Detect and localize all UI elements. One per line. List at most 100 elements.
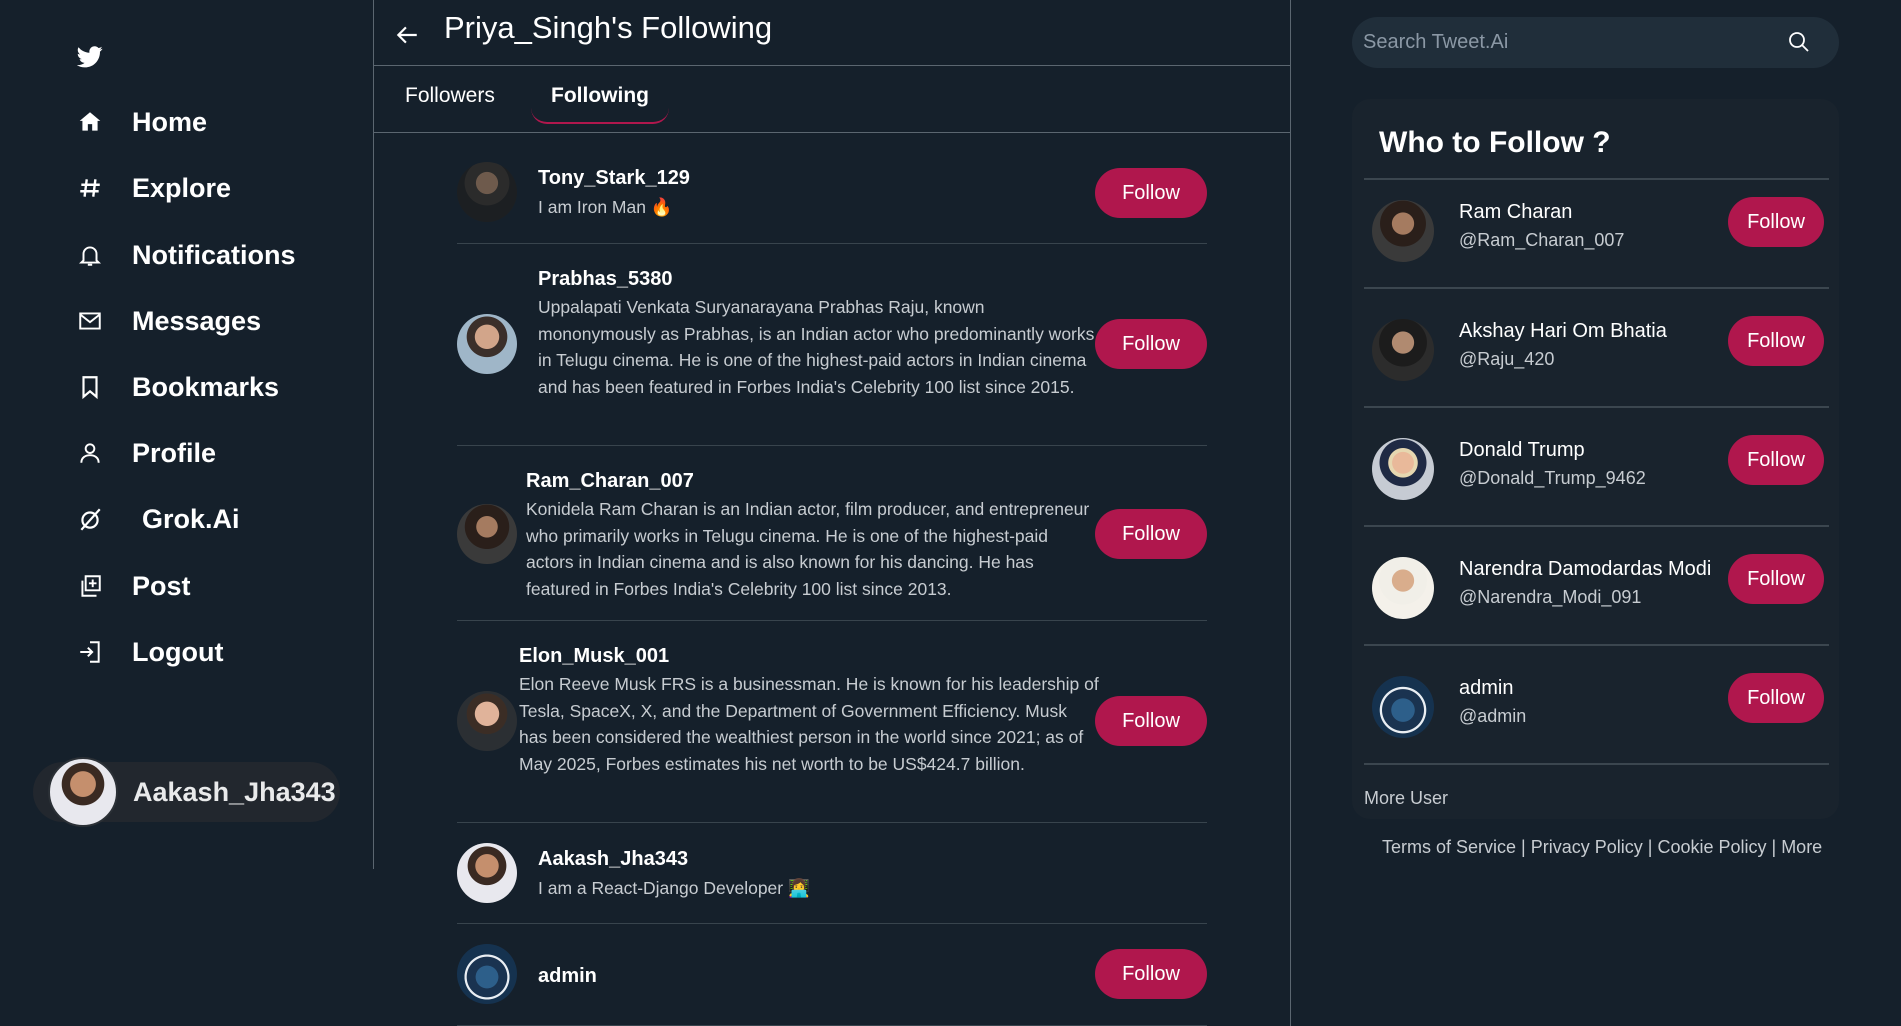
divider <box>1364 287 1829 289</box>
suggested-user-name[interactable]: Ram Charan <box>1459 201 1572 224</box>
grok-icon <box>74 503 106 535</box>
suggested-user[interactable]: Narendra Damodardas Modi @Narendra_Modi_… <box>1364 537 1829 656</box>
avatar <box>457 843 517 903</box>
user-name[interactable]: Elon_Musk_001 <box>519 645 669 668</box>
divider <box>1364 406 1829 408</box>
suggested-user-handle: @Donald_Trump_9462 <box>1459 468 1646 488</box>
left-sidebar: Home Explore Notifications Messages Book… <box>0 0 374 869</box>
follow-button[interactable]: Follow <box>1095 509 1207 559</box>
suggested-user[interactable]: Donald Trump @Donald_Trump_9462 Follow <box>1364 418 1829 537</box>
tab-following[interactable]: Following <box>531 84 669 124</box>
bookmark-icon <box>74 371 106 403</box>
avatar <box>1372 676 1434 738</box>
twitter-bird-icon[interactable] <box>77 46 103 68</box>
privacy-link[interactable]: Privacy Policy <box>1531 837 1643 857</box>
cookie-link[interactable]: Cookie Policy <box>1657 837 1766 857</box>
nav-label: Explore <box>132 172 232 203</box>
user-name[interactable]: Tony_Stark_129 <box>538 167 690 190</box>
nav-profile[interactable]: Profile <box>74 433 216 473</box>
nav-label: Logout <box>132 636 224 667</box>
avatar <box>1372 200 1434 262</box>
footer-links: Terms of Service | Privacy Policy | Cook… <box>1382 837 1822 858</box>
follow-button[interactable]: Follow <box>1095 696 1207 746</box>
nav-label: Home <box>132 106 208 137</box>
user-bio: I am a React-Django Developer 👩‍💻 <box>538 878 810 898</box>
suggested-user[interactable]: Ram Charan @Ram_Charan_007 Follow <box>1364 180 1829 299</box>
list-item[interactable]: Tony_Stark_129 I am Iron Man 🔥 Follow <box>457 134 1207 244</box>
main-column: Priya_Singh's Following Followers Follow… <box>374 0 1291 1026</box>
tab-bar: Followers Following <box>374 66 1290 133</box>
nav-label: Profile <box>132 437 217 468</box>
logout-icon <box>74 636 106 668</box>
user-name[interactable]: Prabhas_5380 <box>538 268 673 291</box>
nav-home[interactable]: Home <box>74 102 207 142</box>
search-bar[interactable] <box>1352 17 1839 68</box>
suggested-user-handle: @Ram_Charan_007 <box>1459 230 1625 250</box>
footer-separator: | <box>1766 837 1782 857</box>
nav-logout[interactable]: Logout <box>74 632 223 672</box>
nav-label: Post <box>132 570 191 601</box>
more-link[interactable]: More <box>1781 837 1822 857</box>
divider <box>1364 644 1829 646</box>
suggested-user[interactable]: Akshay Hari Om Bhatia @Raju_420 Follow <box>1364 299 1829 418</box>
nav-label: Messages <box>132 305 262 336</box>
user-icon <box>74 437 106 469</box>
search-icon[interactable] <box>1787 30 1811 54</box>
suggested-user-handle: @Raju_420 <box>1459 349 1555 369</box>
avatar <box>1372 319 1434 381</box>
user-name[interactable]: Ram_Charan_007 <box>526 470 694 493</box>
more-users-link[interactable]: More User <box>1364 788 1448 809</box>
page-header: Priya_Singh's Following <box>374 0 1290 66</box>
bell-icon <box>74 239 106 271</box>
footer-separator: | <box>1642 837 1658 857</box>
suggested-user[interactable]: admin @admin Follow <box>1364 656 1829 775</box>
follow-button[interactable]: Follow <box>1095 168 1207 218</box>
suggested-user-name[interactable]: Narendra Damodardas Modi <box>1459 558 1711 581</box>
follow-button[interactable]: Follow <box>1095 319 1207 369</box>
nav-messages[interactable]: Messages <box>74 301 261 341</box>
nav-notifications[interactable]: Notifications <box>74 235 296 275</box>
avatar <box>48 757 118 827</box>
list-item[interactable]: Aakash_Jha343 I am a React-Django Develo… <box>457 823 1207 924</box>
list-item[interactable]: Elon_Musk_001 Elon Reeve Musk FRS is a b… <box>457 621 1207 823</box>
nav-grok[interactable]: Grok.Ai <box>74 499 240 539</box>
user-name[interactable]: Aakash_Jha343 <box>538 848 688 871</box>
list-item[interactable]: Prabhas_5380 Uppalapati Venkata Suryanar… <box>457 244 1207 446</box>
user-name[interactable]: admin <box>538 965 597 988</box>
list-item[interactable]: admin Follow <box>457 924 1207 1026</box>
current-user-chip[interactable]: Aakash_Jha343 <box>33 757 340 827</box>
suggested-user-name[interactable]: Akshay Hari Om Bhatia <box>1459 320 1667 343</box>
home-icon <box>74 106 106 138</box>
avatar <box>457 162 517 222</box>
suggested-user-handle: @admin <box>1459 706 1527 726</box>
search-input[interactable] <box>1363 31 1783 54</box>
nav-label: Bookmarks <box>132 371 280 402</box>
footer-separator: | <box>1516 837 1531 857</box>
follow-button[interactable]: Follow <box>1728 673 1824 723</box>
follow-button[interactable]: Follow <box>1728 197 1824 247</box>
suggested-user-name[interactable]: Donald Trump <box>1459 439 1585 462</box>
follow-button[interactable]: Follow <box>1728 435 1824 485</box>
who-to-follow-card: Who to Follow ? Ram Charan @Ram_Charan_0… <box>1352 99 1839 819</box>
nav-bookmarks[interactable]: Bookmarks <box>74 367 279 407</box>
avatar <box>457 314 517 374</box>
follow-button[interactable]: Follow <box>1728 554 1824 604</box>
follow-button[interactable]: Follow <box>1728 316 1824 366</box>
divider <box>1364 763 1829 765</box>
user-bio: Uppalapati Venkata Suryanarayana Prabhas… <box>538 297 1095 397</box>
avatar <box>457 504 517 564</box>
post-icon <box>74 570 106 602</box>
user-bio: I am Iron Man 🔥 <box>538 197 673 217</box>
terms-link[interactable]: Terms of Service <box>1382 837 1516 857</box>
nav-explore[interactable]: Explore <box>74 168 231 208</box>
avatar <box>1372 557 1434 619</box>
back-arrow-icon[interactable] <box>394 22 420 48</box>
avatar <box>457 691 517 751</box>
tab-followers[interactable]: Followers <box>385 84 515 122</box>
right-sidebar: Who to Follow ? Ram Charan @Ram_Charan_0… <box>1291 0 1901 1026</box>
suggested-user-name[interactable]: admin <box>1459 677 1513 700</box>
nav-post[interactable]: Post <box>74 566 191 606</box>
list-item[interactable]: Ram_Charan_007 Konidela Ram Charan is an… <box>457 446 1207 621</box>
nav-label: Notifications <box>132 239 296 270</box>
follow-button[interactable]: Follow <box>1095 949 1207 999</box>
